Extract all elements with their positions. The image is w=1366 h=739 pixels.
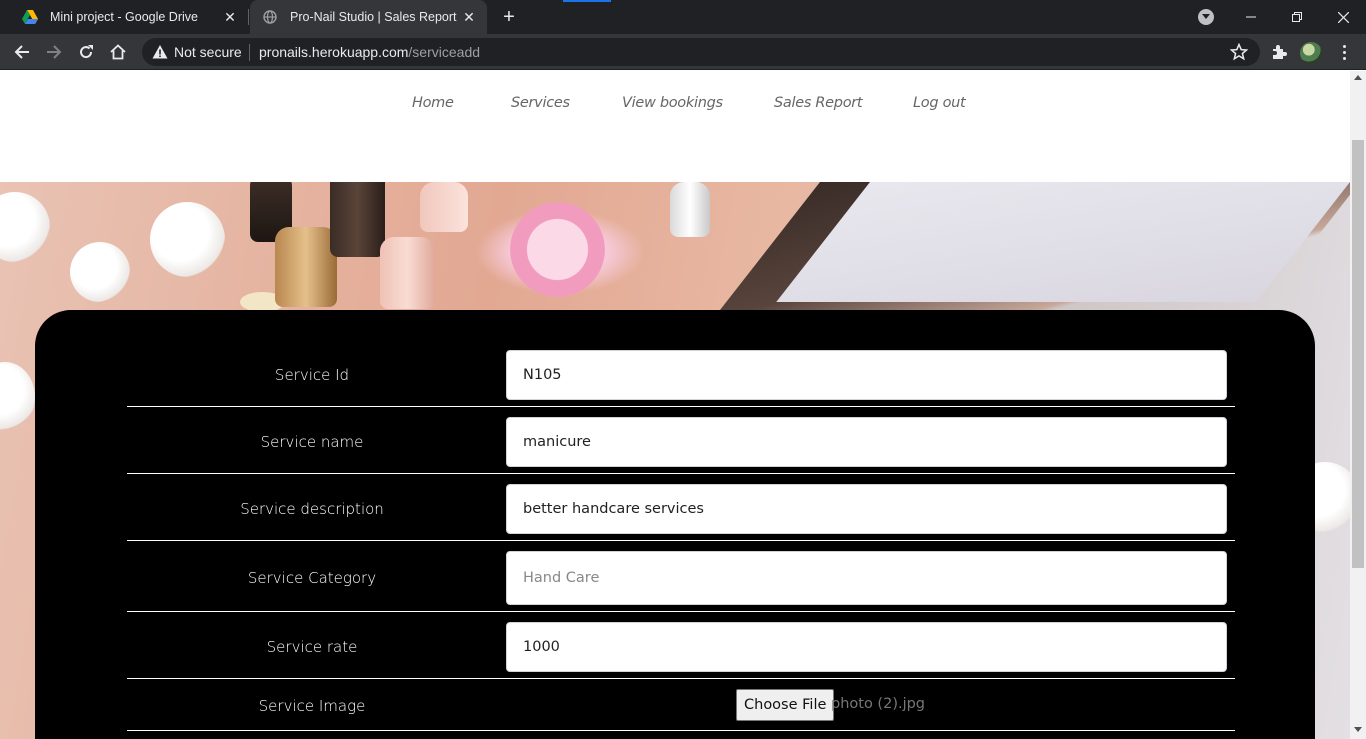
tab-sales-report[interactable]: Pro-Nail Studio | Sales Report ✕ xyxy=(250,0,487,34)
tab-title: Pro-Nail Studio | Sales Report xyxy=(290,10,457,24)
nav-home[interactable]: Home xyxy=(412,95,454,111)
form-row-service-description: Service description better handcare serv… xyxy=(127,474,1235,541)
menu-kebab-icon[interactable] xyxy=(1336,42,1352,62)
new-tab-icon[interactable]: + xyxy=(498,6,520,28)
close-tab-icon[interactable]: ✕ xyxy=(461,9,477,25)
tab-search-icon[interactable] xyxy=(1198,9,1214,25)
form-row-service-name: Service name manicure xyxy=(127,407,1235,474)
tab-indicator xyxy=(563,0,611,2)
bottle-decoration xyxy=(670,182,710,237)
form-row-service-id: Service Id N105 xyxy=(127,340,1235,407)
site-nav: Home Services View bookings Sales Report… xyxy=(0,71,1350,182)
bottle-decoration xyxy=(380,237,435,309)
tablet-screen-decoration xyxy=(776,182,1350,302)
form-row-service-image: Service Image Choose File photo (2).jpg xyxy=(127,679,1235,731)
reload-icon[interactable] xyxy=(74,40,98,64)
bottle-decoration xyxy=(275,227,337,307)
address-separator xyxy=(249,44,250,61)
service-form-panel: Service Id N105 Service name manicure Se… xyxy=(35,310,1315,739)
nav-services[interactable]: Services xyxy=(511,95,570,111)
tab-separator xyxy=(248,9,249,25)
close-tab-icon[interactable]: ✕ xyxy=(222,9,238,25)
extensions-puzzle-icon[interactable] xyxy=(1270,43,1288,61)
warning-icon[interactable] xyxy=(152,44,168,60)
service-rate-input[interactable]: 1000 xyxy=(506,622,1227,672)
bookmark-star-icon[interactable] xyxy=(1229,42,1249,61)
service-image-label: Service Image xyxy=(258,697,366,715)
cotton-decoration xyxy=(0,192,50,262)
service-id-label: Service Id xyxy=(274,366,350,384)
cotton-decoration xyxy=(150,202,225,277)
home-icon[interactable] xyxy=(106,40,130,64)
security-label[interactable]: Not secure xyxy=(174,44,242,60)
url-path: /serviceadd xyxy=(408,44,481,60)
bottle-decoration xyxy=(420,182,468,232)
tab-title: Mini project - Google Drive xyxy=(50,10,198,24)
service-id-input[interactable]: N105 xyxy=(506,350,1227,400)
restore-icon[interactable] xyxy=(1274,0,1320,34)
scrollbar-thumb[interactable] xyxy=(1352,140,1364,568)
form-row-service-rate: Service rate 1000 xyxy=(127,612,1235,679)
service-description-input[interactable]: better handcare services xyxy=(506,484,1227,534)
globe-icon xyxy=(262,9,278,25)
url-host: pronails.herokuapp.com xyxy=(259,44,409,60)
scroll-down-arrow-icon[interactable] xyxy=(1354,727,1362,732)
tab-strip: Mini project - Google Drive ✕ Pro-Nail S… xyxy=(0,0,1366,34)
form-row-service-category: Service Category Hand Care xyxy=(127,541,1235,612)
service-category-label: Service Category xyxy=(247,569,377,587)
service-name-input[interactable]: manicure xyxy=(506,417,1227,467)
brush-decoration xyxy=(510,202,605,297)
forward-icon[interactable] xyxy=(42,40,66,64)
bottle-decoration xyxy=(330,182,385,257)
selected-file-name: photo (2).jpg xyxy=(831,696,926,712)
nav-log-out[interactable]: Log out xyxy=(913,95,966,111)
url-text[interactable]: pronails.herokuapp.com/serviceadd xyxy=(259,44,480,60)
service-rate-label: Service rate xyxy=(266,638,358,656)
service-name-label: Service name xyxy=(260,433,364,451)
back-icon[interactable] xyxy=(10,40,34,64)
choose-file-button[interactable]: Choose File xyxy=(736,689,835,721)
service-category-input[interactable]: Hand Care xyxy=(506,551,1227,605)
minimize-icon[interactable] xyxy=(1228,0,1274,34)
service-description-label: Service description xyxy=(240,500,384,518)
cotton-decoration xyxy=(0,362,35,432)
scroll-up-arrow-icon[interactable] xyxy=(1354,75,1362,80)
nav-sales-report[interactable]: Sales Report xyxy=(774,95,863,111)
close-window-icon[interactable] xyxy=(1320,0,1366,34)
cotton-decoration xyxy=(70,242,130,302)
tab-google-drive[interactable]: Mini project - Google Drive ✕ xyxy=(8,0,248,34)
profile-avatar[interactable] xyxy=(1300,42,1322,64)
page-viewport: Home Services View bookings Sales Report… xyxy=(0,71,1350,739)
nav-view-bookings[interactable]: View bookings xyxy=(622,95,723,111)
google-drive-icon xyxy=(22,9,38,25)
